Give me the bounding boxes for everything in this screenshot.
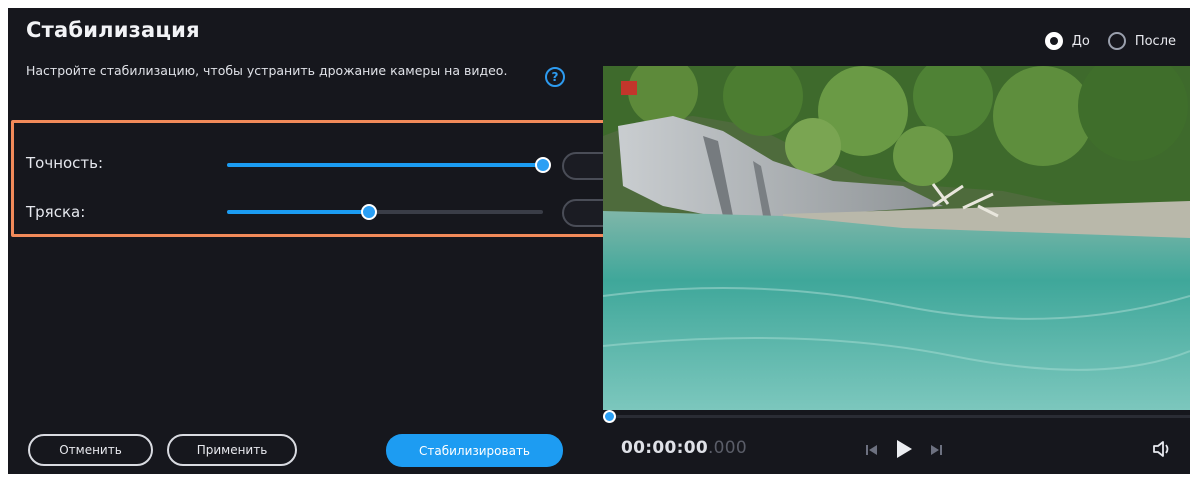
accuracy-slider[interactable] (227, 156, 551, 174)
play-icon[interactable] (895, 439, 913, 463)
timecode-milliseconds: .000 (707, 438, 748, 458)
dialog-description: Настройте стабилизацию, чтобы устранить … (26, 63, 508, 78)
timecode-main: 00:00:00 (621, 438, 708, 458)
shake-slider-thumb[interactable] (361, 204, 378, 220)
before-after-toggle: До После (1035, 32, 1176, 50)
before-radio[interactable] (1044, 32, 1063, 50)
volume-icon[interactable] (1152, 440, 1174, 458)
after-label[interactable]: После (1135, 34, 1176, 49)
stabilization-settings-panel: Точность: 15 Тряска: 5 (11, 120, 683, 237)
skip-back-icon[interactable] (865, 442, 879, 461)
timeline-playhead[interactable] (603, 410, 616, 423)
stabilization-dialog: Стабилизация До После Настройте стабилиз… (8, 8, 1190, 474)
timeline-track (603, 415, 1190, 418)
apply-button[interactable]: Применить (167, 434, 297, 466)
shake-slider-fill (227, 210, 370, 214)
before-option[interactable]: До (1044, 32, 1090, 50)
after-option[interactable]: После (1107, 32, 1176, 50)
dialog-title: Стабилизация (26, 18, 200, 42)
video-preview[interactable] (603, 66, 1190, 410)
help-icon[interactable]: ? (545, 67, 565, 87)
stabilize-button[interactable]: Стабилизировать (386, 434, 563, 467)
playback-controls (865, 439, 943, 463)
video-timeline[interactable] (603, 410, 1190, 424)
cancel-button[interactable]: Отменить (28, 434, 153, 466)
timecode: 00:00:00.000 (621, 438, 747, 458)
skip-forward-icon[interactable] (929, 442, 943, 461)
accuracy-slider-thumb[interactable] (535, 157, 551, 173)
video-frame-image (603, 66, 1190, 410)
accuracy-slider-fill (227, 163, 543, 167)
shake-label: Тряска: (26, 203, 86, 221)
accuracy-label: Точность: (26, 154, 104, 172)
before-label[interactable]: До (1072, 34, 1090, 49)
shake-slider[interactable] (227, 203, 543, 221)
after-radio[interactable] (1107, 32, 1126, 50)
